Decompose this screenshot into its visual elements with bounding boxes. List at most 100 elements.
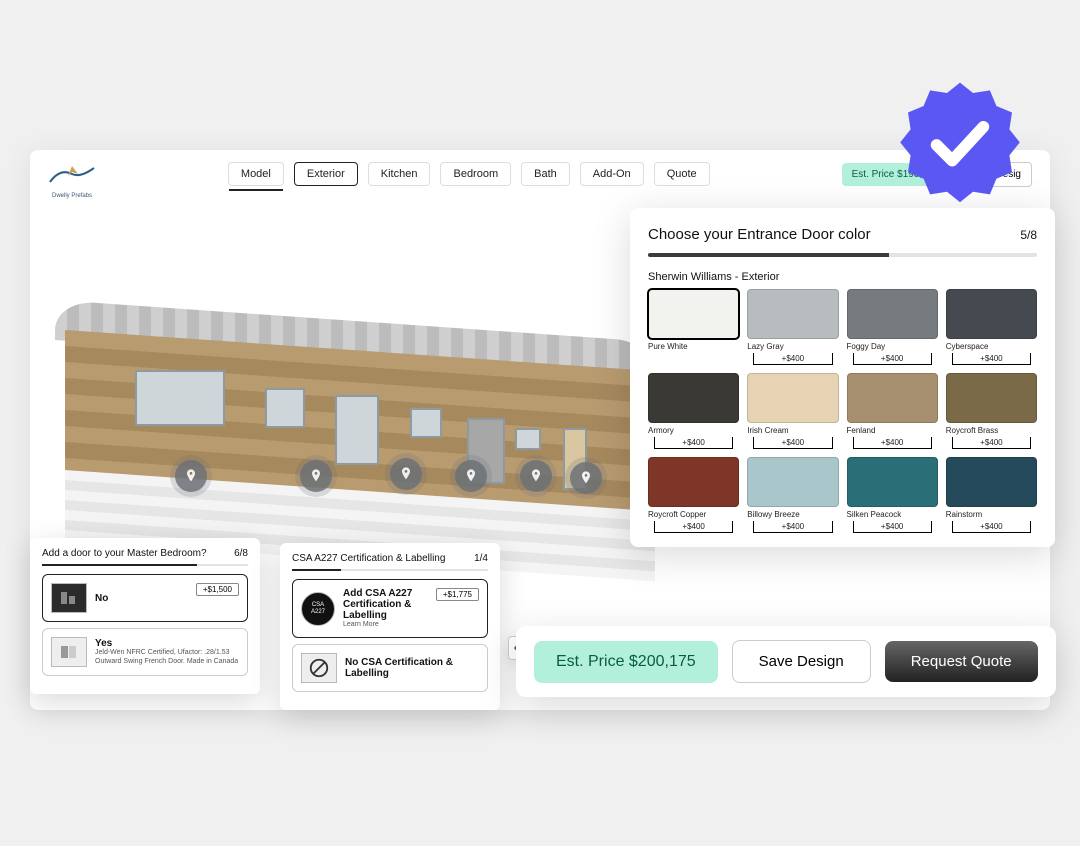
swatch-name: Rainstorm — [946, 510, 1037, 519]
house-window — [410, 408, 442, 438]
color-panel-step: 5/8 — [1020, 228, 1037, 242]
swatch-name: Foggy Day — [847, 342, 938, 351]
option-thumb-icon — [51, 637, 87, 667]
swatch-chip[interactable] — [946, 373, 1037, 423]
house-window — [335, 395, 379, 465]
color-panel-progress — [648, 253, 1037, 257]
swatch-cyberspace: Cyberspace +$400 — [946, 289, 1037, 365]
ban-icon — [301, 653, 337, 683]
save-design-button[interactable]: Save Design — [732, 640, 871, 683]
top-tabs: Model Exterior Kitchen Bedroom Bath Add-On Quo… — [228, 162, 710, 186]
swatch-chip[interactable] — [847, 457, 938, 507]
swatch-price: +$400 — [853, 353, 932, 365]
swatch-billowy-breeze: Billowy Breeze +$400 — [747, 457, 838, 533]
swatch-chip[interactable] — [747, 289, 838, 339]
swatch-price: +$400 — [753, 353, 832, 365]
swatch-grid: Pure WhiteLazy Gray+$400Foggy Day+$400Cy… — [648, 289, 1037, 533]
house-window — [515, 428, 541, 450]
swatch-price: +$400 — [654, 437, 733, 449]
hotspot-icon[interactable] — [570, 462, 602, 494]
option-add-cert[interactable]: CSAA227 Add CSA A227 Certification & Lab… — [292, 579, 488, 638]
callout-csa-cert: CSA A227 Certification & Labelling 1/4 C… — [280, 543, 500, 710]
hotspot-icon[interactable] — [300, 460, 332, 492]
option-label: No — [95, 593, 188, 604]
swatch-chip[interactable] — [946, 457, 1037, 507]
tab-kitchen[interactable]: Kitchen — [368, 162, 431, 186]
callout-b-step: 1/4 — [474, 553, 488, 564]
tab-quote[interactable]: Quote — [654, 162, 710, 186]
estimate-price: Est. Price $200,175 — [534, 641, 718, 683]
callout-a-title: Add a door to your Master Bedroom? — [42, 548, 207, 559]
brand-logo: Dwelly Prefabs — [48, 160, 96, 188]
bottom-action-bar: Est. Price $200,175 Save Design Request … — [516, 626, 1056, 697]
option-yes[interactable]: Yes Jeld-Wen NFRC Certified, Ufactor: .2… — [42, 628, 248, 676]
house-window — [265, 388, 305, 428]
color-panel: Choose your Entrance Door color 5/8 Sher… — [630, 208, 1055, 547]
tab-bedroom[interactable]: Bedroom — [440, 162, 511, 186]
hotspot-icon[interactable] — [390, 458, 422, 490]
color-panel-title: Choose your Entrance Door color — [648, 226, 871, 243]
swatch-name: Billowy Breeze — [747, 510, 838, 519]
option-label: Add CSA A227 Certification & Labelling — [343, 588, 428, 621]
swatch-armory: Armory +$400 — [648, 373, 739, 449]
cert-badge-icon: CSAA227 — [301, 592, 335, 626]
verified-badge-icon — [895, 80, 1025, 210]
swatch-group-label: Sherwin Williams - Exterior — [648, 271, 1037, 283]
option-label: No CSA Certification & Labelling — [345, 657, 479, 679]
swatch-name: Roycroft Brass — [946, 426, 1037, 435]
brand-name: Dwelly Prefabs — [48, 193, 96, 199]
tab-model[interactable]: Model — [228, 162, 284, 186]
option-no[interactable]: No +$1,500 — [42, 574, 248, 622]
swatch-fenland: Fenland +$400 — [847, 373, 938, 449]
swatch-chip[interactable] — [747, 457, 838, 507]
option-desc: Jeld-Wen NFRC Certified, Ufactor: .28/1.… — [95, 649, 239, 666]
swatch-price: +$400 — [952, 437, 1031, 449]
swatch-chip[interactable] — [648, 457, 739, 507]
swatch-name: Pure White — [648, 342, 739, 351]
callout-a-progress — [42, 564, 248, 566]
tab-bath[interactable]: Bath — [521, 162, 570, 186]
swatch-name: Silken Peacock — [847, 510, 938, 519]
callout-b-title: CSA A227 Certification & Labelling — [292, 553, 445, 564]
swatch-chip[interactable] — [847, 373, 938, 423]
callout-a-step: 6/8 — [234, 548, 248, 559]
swatch-name: Fenland — [847, 426, 938, 435]
swatch-price: +$400 — [753, 521, 832, 533]
swatch-price: +$400 — [952, 521, 1031, 533]
hotspot-icon[interactable] — [175, 460, 207, 492]
swatch-price: +$400 — [853, 437, 932, 449]
swatch-roycroft-brass: Roycroft Brass +$400 — [946, 373, 1037, 449]
option-price: +$1,775 — [436, 588, 479, 601]
option-no-cert[interactable]: No CSA Certification & Labelling — [292, 644, 488, 692]
swatch-name: Irish Cream — [747, 426, 838, 435]
swatch-chip[interactable] — [648, 373, 739, 423]
swatch-name: Roycroft Copper — [648, 510, 739, 519]
swatch-price: +$400 — [753, 437, 832, 449]
swatch-chip[interactable] — [847, 289, 938, 339]
swatch-pure-white: Pure White — [648, 289, 739, 365]
swatch-name: Armory — [648, 426, 739, 435]
swatch-foggy-day: Foggy Day +$400 — [847, 289, 938, 365]
swatch-price: +$400 — [853, 521, 932, 533]
swatch-chip[interactable] — [648, 289, 739, 339]
option-thumb-icon — [51, 583, 87, 613]
callout-b-progress — [292, 569, 488, 571]
swatch-silken-peacock: Silken Peacock +$400 — [847, 457, 938, 533]
hotspot-icon[interactable] — [455, 460, 487, 492]
swatch-roycroft-copper: Roycroft Copper+$400 — [648, 457, 739, 533]
swatch-name: Lazy Gray — [747, 342, 838, 351]
swatch-rainstorm: Rainstorm +$400 — [946, 457, 1037, 533]
hotspot-icon[interactable] — [520, 460, 552, 492]
house-window — [135, 370, 225, 426]
swatch-lazy-gray: Lazy Gray +$400 — [747, 289, 838, 365]
option-label: Yes — [95, 638, 239, 649]
option-price: +$1,500 — [196, 583, 239, 596]
request-quote-button[interactable]: Request Quote — [885, 641, 1038, 682]
swatch-price: +$400 — [952, 353, 1031, 365]
swatch-chip[interactable] — [747, 373, 838, 423]
swatch-name: Cyberspace — [946, 342, 1037, 351]
tab-add-on[interactable]: Add-On — [580, 162, 644, 186]
option-learn-more[interactable]: Learn More — [343, 621, 428, 629]
swatch-chip[interactable] — [946, 289, 1037, 339]
tab-exterior[interactable]: Exterior — [294, 162, 358, 186]
